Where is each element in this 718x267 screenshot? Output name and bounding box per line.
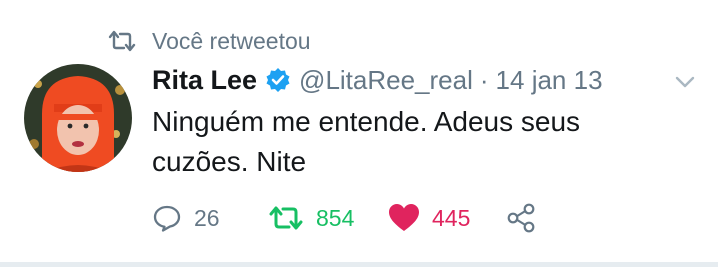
retweet-context-label: Você retweetou: [152, 27, 311, 54]
separator-dot: ·: [479, 64, 489, 95]
chevron-down-icon[interactable]: [674, 74, 696, 90]
retweet-context: Você retweetou: [108, 24, 311, 58]
tweet-actions: 26 854 445: [152, 198, 572, 238]
like-button[interactable]: 445: [388, 198, 470, 238]
tweet-header: Rita Lee @LitaRee_real · 14 jan 13: [152, 62, 603, 98]
verified-badge-icon: [265, 67, 291, 93]
retweet-button[interactable]: 854: [268, 198, 354, 238]
avatar[interactable]: [24, 64, 132, 172]
retweet-icon: [268, 203, 304, 233]
author-handle[interactable]: @LitaRee_real: [299, 65, 473, 96]
share-button[interactable]: [506, 198, 536, 238]
like-count: 445: [432, 204, 471, 231]
retweet-icon: [108, 29, 136, 53]
retweet-count: 854: [316, 204, 355, 231]
tweet-date[interactable]: 14 jan 13: [496, 65, 603, 96]
reply-button[interactable]: 26: [152, 198, 220, 238]
author-name[interactable]: Rita Lee: [152, 65, 257, 96]
share-icon: [506, 203, 536, 233]
tweet-text: Ninguém me entende. Adeus seus cuzões. N…: [152, 106, 581, 177]
heart-icon: [388, 203, 420, 233]
bottom-divider: [0, 262, 718, 267]
reply-count: 26: [194, 204, 220, 231]
reply-icon: [152, 203, 182, 233]
